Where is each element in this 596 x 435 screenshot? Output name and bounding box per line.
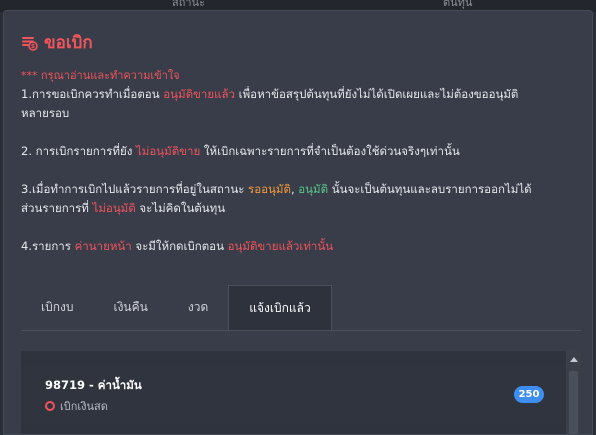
money-request-icon: $ bbox=[20, 33, 38, 51]
request-tabs: เบิกงบ เงินคืน งวด แจ้งเบิกแล้ว bbox=[21, 285, 581, 331]
instruction-4: 4.รายการ ค่านายหน้า จะมีให้กดเบิกตอน อนุ… bbox=[21, 239, 334, 253]
modal-title: ขอเบิก bbox=[44, 32, 93, 53]
item-status-label: เบิกเงินสด bbox=[60, 400, 108, 413]
instruction-3-cont: ส่วนรายการที่ ไม่อนุมัติ จะไม่คิดในต้นทุ… bbox=[21, 201, 226, 215]
amount-badge: 250 bbox=[514, 386, 544, 403]
tab-budget[interactable]: เบิกงบ bbox=[21, 285, 93, 329]
instruction-2: 2. การเบิกรายการที่ยัง ไม่อนุมัติขาย ให้… bbox=[21, 144, 460, 158]
tab-refund[interactable]: เงินคืน bbox=[93, 285, 167, 329]
tab-installment[interactable]: งวด bbox=[168, 285, 228, 329]
list-scrollbar[interactable] bbox=[566, 351, 581, 434]
item-status: เบิกเงินสด bbox=[45, 397, 108, 415]
instruction-3: 3.เมื่อทำการเบิกไปแล้วรายการที่อยู่ในสถา… bbox=[21, 182, 532, 196]
request-modal: $ ขอเบิก *** กรุณาอ่านและทำความเข้าใจ 1.… bbox=[3, 10, 593, 435]
list-item[interactable] bbox=[21, 365, 566, 425]
svg-text:$: $ bbox=[31, 43, 35, 50]
scroll-thumb[interactable] bbox=[569, 371, 578, 434]
instruction-1: 1.การขอเบิกควรทำเมื่อตอน อนุมัติขายแล้ว … bbox=[21, 87, 519, 101]
item-title: 98719 - ค่าน้ำมัน bbox=[45, 378, 142, 392]
modal-header: $ ขอเบิก bbox=[20, 31, 93, 53]
requested-list: 98719 - ค่าน้ำมัน เบิกเงินสด 250 bbox=[21, 351, 581, 434]
instructions: *** กรุณาอ่านและทำความเข้าใจ 1.การขอเบิก… bbox=[21, 66, 577, 256]
tab-requested[interactable]: แจ้งเบิกแล้ว bbox=[228, 285, 332, 330]
instruction-1-cont: หลายรอบ bbox=[21, 106, 70, 120]
scroll-up-arrow-icon[interactable] bbox=[570, 357, 578, 362]
warning-text: *** กรุณาอ่านและทำความเข้าใจ bbox=[21, 69, 180, 82]
status-dot-icon bbox=[45, 401, 55, 411]
